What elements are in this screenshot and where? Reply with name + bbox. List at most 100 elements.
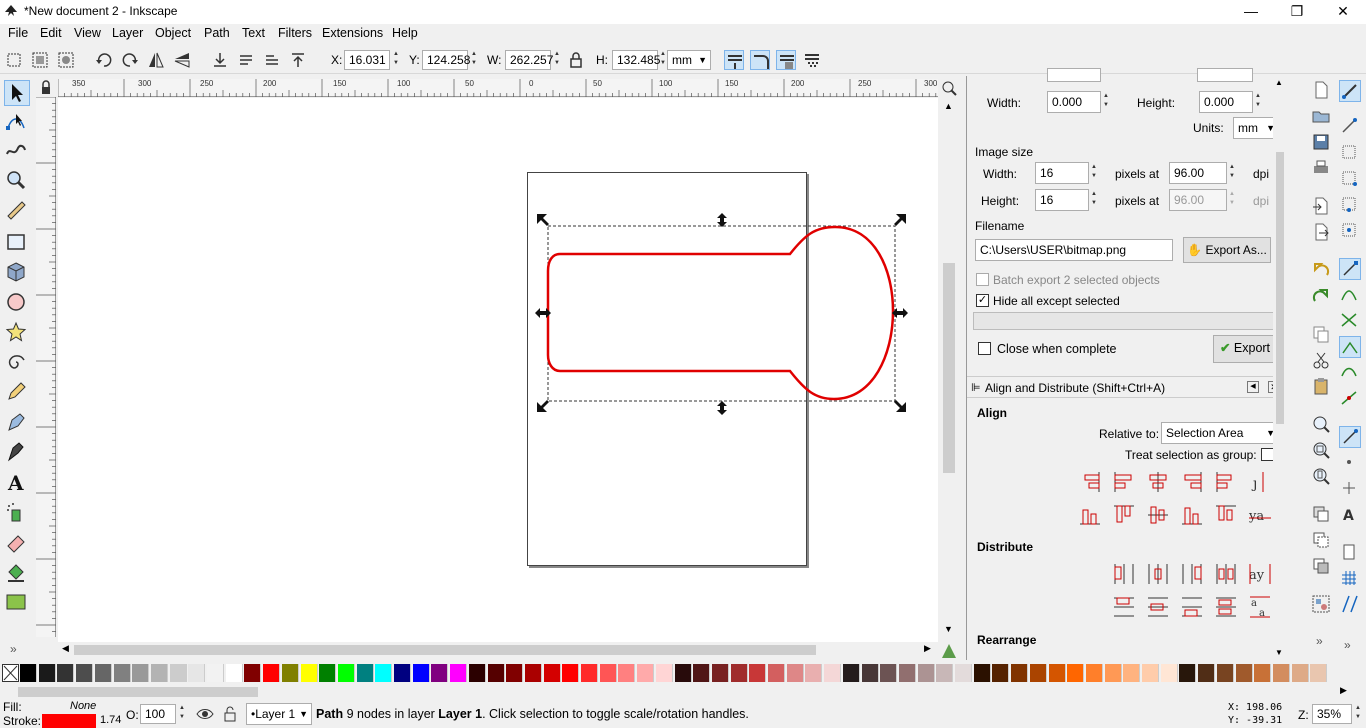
scroll-down-icon[interactable]: ▼ (1275, 648, 1283, 657)
y0-field[interactable] (1197, 68, 1253, 82)
menu-view[interactable]: View (74, 26, 101, 40)
palette-swatch[interactable] (207, 664, 224, 682)
save-icon[interactable] (1311, 132, 1333, 154)
menu-help[interactable]: Help (392, 26, 418, 40)
handle-bottom[interactable] (717, 401, 727, 415)
x0-field[interactable] (1047, 68, 1101, 82)
snap-rotation-center-icon[interactable] (1339, 478, 1361, 500)
zoom-drawing-icon[interactable] (1311, 440, 1333, 462)
palette-swatch[interactable] (337, 664, 355, 682)
palette-swatch[interactable] (468, 664, 486, 682)
x-spinner[interactable]: ▲ ▼ (391, 50, 401, 70)
eraser-tool-icon[interactable] (4, 530, 30, 556)
menu-file[interactable]: File (8, 26, 28, 40)
distribute-gaps-v-icon[interactable] (1213, 594, 1239, 620)
align-right-to-left-icon[interactable] (1077, 469, 1103, 495)
hide-all-checkbox[interactable]: ✓ (976, 294, 989, 307)
palette-swatch[interactable] (375, 664, 393, 682)
snap-enable-icon[interactable] (1339, 80, 1361, 102)
handle-top[interactable] (717, 213, 727, 227)
palette-swatch[interactable] (1198, 664, 1216, 682)
zoom-fit-icon[interactable] (940, 79, 958, 97)
snap-bbox-icon[interactable] (1339, 116, 1361, 138)
palette-swatch[interactable] (169, 664, 187, 682)
close-when-complete-checkbox[interactable] (978, 342, 991, 355)
dock-scrollbar[interactable]: ▲ ▼ (1273, 76, 1287, 660)
palette-swatch[interactable] (1048, 664, 1066, 682)
rectangle-tool-icon[interactable] (4, 230, 30, 256)
palette-swatch[interactable] (244, 664, 262, 682)
pen-tool-icon[interactable] (4, 410, 30, 436)
palette-swatch[interactable] (319, 664, 337, 682)
unlink-clone-icon[interactable] (1311, 556, 1333, 578)
palette-swatch[interactable] (973, 664, 991, 682)
raise-to-top-icon[interactable] (288, 50, 308, 70)
group-icon[interactable] (1311, 594, 1333, 616)
palette-swatch[interactable] (1085, 664, 1103, 682)
align-text-anchor-icon[interactable]: ȷ (1247, 469, 1273, 495)
no-paint-swatch[interactable] (2, 664, 19, 682)
open-icon[interactable] (1311, 106, 1333, 128)
cut-icon[interactable] (1311, 350, 1333, 372)
copy-icon[interactable] (1311, 324, 1333, 346)
snap-paths-icon[interactable] (1339, 284, 1361, 306)
palette-swatch[interactable] (842, 664, 860, 682)
flip-vertical-icon[interactable] (172, 50, 192, 70)
selector-tool-icon[interactable] (4, 80, 30, 106)
image-height-input[interactable]: 16 (1035, 189, 1089, 211)
minimize-button[interactable]: — (1228, 0, 1274, 24)
palette-swatch[interactable] (824, 664, 842, 682)
export-icon[interactable] (1311, 222, 1333, 244)
distribute-anchors-h-icon[interactable]: ay (1247, 561, 1273, 587)
snap-text-baseline-icon[interactable]: A (1339, 504, 1361, 526)
palette-swatch[interactable] (693, 664, 711, 682)
distribute-baselines-v-icon[interactable]: aa (1247, 594, 1273, 620)
palette-swatch[interactable] (805, 664, 823, 682)
toolbox-more-icon[interactable]: » (10, 642, 17, 656)
palette-scroll-thumb[interactable] (18, 687, 258, 697)
export-height-spinner[interactable]: ▲ ▼ (1253, 92, 1263, 112)
lock-guides-icon[interactable] (36, 79, 56, 97)
scroll-down-icon[interactable]: ▼ (944, 624, 953, 634)
redo-icon[interactable] (1311, 286, 1333, 308)
3d-box-tool-icon[interactable] (4, 260, 30, 286)
snap-intersections-icon[interactable] (1339, 310, 1361, 332)
palette-swatch[interactable] (936, 664, 954, 682)
scale-corners-icon[interactable] (750, 50, 770, 70)
h-input[interactable]: 132.485 (612, 50, 660, 70)
zoom-page-icon[interactable] (1311, 466, 1333, 488)
export-width-input[interactable]: 0.000 (1047, 91, 1101, 113)
palette-swatch[interactable] (1123, 664, 1141, 682)
ellipse-tool-icon[interactable] (4, 290, 30, 316)
palette-swatch[interactable] (188, 664, 206, 682)
palette-swatch[interactable] (1011, 664, 1029, 682)
palette-swatch[interactable] (225, 664, 243, 682)
image-width-spinner[interactable]: ▲ ▼ (1089, 163, 1099, 183)
palette-swatch[interactable] (132, 664, 150, 682)
palette-swatch[interactable] (57, 664, 75, 682)
handle-bottom-right[interactable] (894, 400, 906, 412)
export-button[interactable]: ✔ Export (1213, 335, 1277, 363)
palette-swatch[interactable] (1272, 664, 1290, 682)
flip-horizontal-icon[interactable] (146, 50, 166, 70)
image-width-input[interactable]: 16 (1035, 162, 1089, 184)
menu-object[interactable]: Object (155, 26, 191, 40)
opacity-spinner[interactable]: ▲ ▼ (177, 704, 187, 724)
select-all-icon[interactable] (4, 50, 24, 70)
scroll-left-icon[interactable]: ◀ (62, 643, 69, 654)
stroke-swatch[interactable] (42, 714, 96, 728)
palette-swatch[interactable] (1216, 664, 1234, 682)
deselect-icon[interactable] (56, 50, 76, 70)
undo-icon[interactable] (1311, 260, 1333, 282)
transform-gradients-icon[interactable] (776, 50, 796, 70)
align-center-vertical-icon[interactable] (1145, 469, 1171, 495)
selected-path[interactable] (546, 225, 895, 401)
distribute-left-edges-icon[interactable] (1111, 561, 1137, 587)
scale-stroke-icon[interactable] (724, 50, 744, 70)
snap-bbox-corners-icon[interactable] (1339, 168, 1361, 190)
relative-to-select[interactable]: Selection Area ▼ (1161, 422, 1279, 444)
palette-swatch[interactable] (94, 664, 112, 682)
panel-iconify-icon[interactable]: ◀ (1247, 381, 1259, 393)
palette-swatch[interactable] (917, 664, 935, 682)
distribute-right-edges-icon[interactable] (1179, 561, 1205, 587)
